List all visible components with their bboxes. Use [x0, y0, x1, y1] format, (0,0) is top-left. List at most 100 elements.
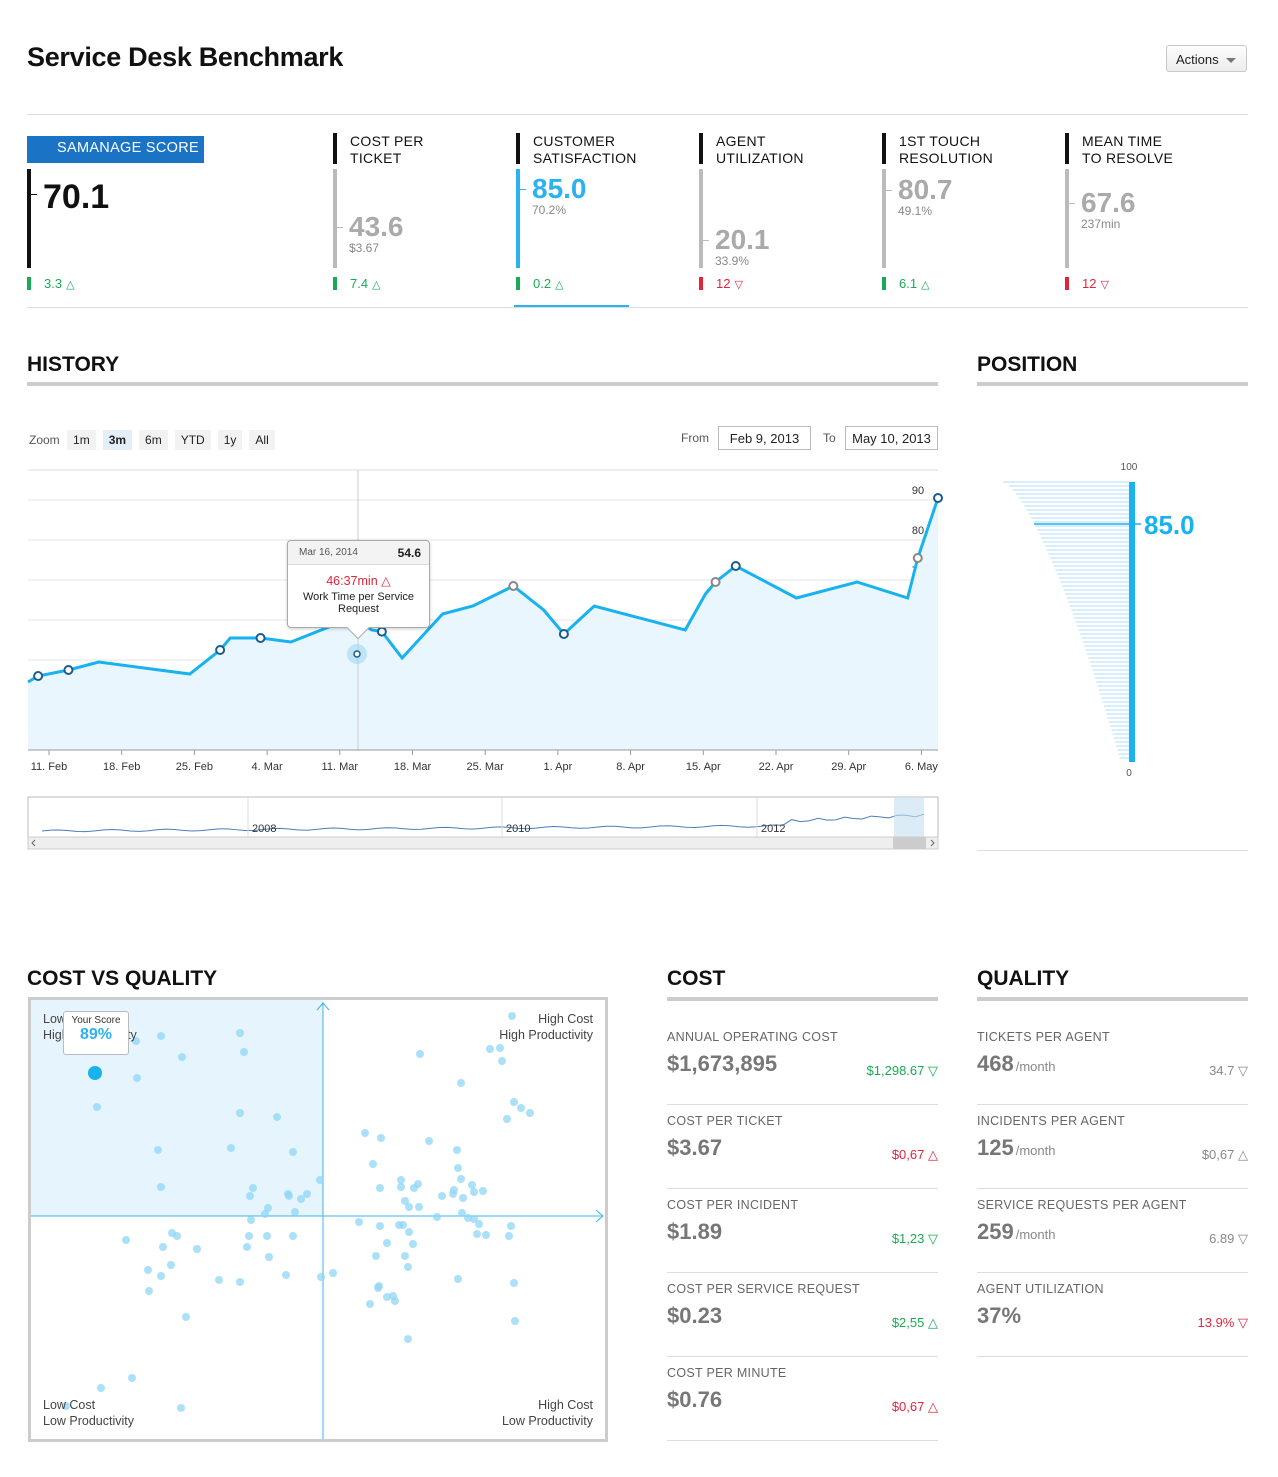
scatter-point — [317, 1273, 325, 1281]
kpi-value: 20.1 — [715, 224, 770, 255]
metric-value: 468 — [977, 1051, 1014, 1076]
metric-value: 125 — [977, 1135, 1014, 1160]
scatter-point — [498, 1057, 506, 1065]
x-tick-label: 18. Feb — [103, 761, 140, 773]
position-max-label: 100 — [1121, 462, 1138, 473]
kpi-4[interactable]: 1ST TOUCH RESOLUTION 80.7 49.1% 6.1 △ — [882, 133, 1052, 293]
quality-title: QUALITY — [977, 967, 1070, 990]
score-label-edge — [27, 136, 31, 163]
kpi-value: 67.6 — [1081, 187, 1136, 219]
kpi-level-tick — [31, 193, 37, 195]
kpi-change: 6.1 △ — [882, 276, 930, 291]
data-point — [255, 633, 266, 643]
cost-row: COST PER TICKET $3.67 $0,67 △ — [667, 1105, 938, 1189]
x-tick-label: 15. Apr — [686, 761, 721, 773]
kpi-2[interactable]: CUSTOMER SATISFACTION 85.0 70.2% 0.2 △ — [516, 133, 686, 293]
data-point — [558, 629, 569, 639]
zoom-1y-button[interactable]: 1y — [217, 430, 243, 450]
scatter-point — [453, 1146, 461, 1154]
scatter-point — [416, 1050, 424, 1058]
kpi-change: 12 ▽ — [1065, 276, 1109, 291]
metric-change: $0,67 — [891, 1399, 925, 1414]
scatter-point — [245, 1232, 253, 1240]
navigator-year-label: 2012 — [761, 823, 785, 835]
scatter-point — [145, 1287, 153, 1295]
metric-unit: /month — [1015, 1059, 1056, 1074]
scatter-point — [449, 1190, 457, 1198]
data-point — [933, 493, 943, 503]
metric-label: COST PER INCIDENT — [667, 1198, 799, 1212]
metric-unit: /month — [1015, 1227, 1056, 1242]
position-chart: 85.0 100 0 — [1003, 462, 1195, 779]
position-min-label: 0 — [1126, 768, 1132, 779]
zoom-all-button[interactable]: All — [249, 430, 275, 450]
scatter-point — [475, 1220, 483, 1228]
kpi-0[interactable]: SAMANAGE SCORE 70.1 3.3 △ — [27, 133, 204, 293]
actions-button[interactable]: Actions — [1166, 45, 1247, 72]
metric-value: $0.23 — [667, 1303, 723, 1328]
scatter-point — [503, 1115, 511, 1123]
divider — [27, 114, 1248, 115]
metric-value: 37% — [977, 1303, 1022, 1328]
metric-unit: /month — [1015, 1143, 1056, 1158]
scatter-point — [249, 1184, 257, 1192]
data-point — [376, 626, 387, 637]
history-chart[interactable]: 3040506070809011. Feb18. Feb25. Feb4. Ma… — [0, 460, 945, 860]
up-triangle-icon: △ — [372, 279, 381, 291]
navigator-window[interactable] — [894, 797, 924, 837]
metric-change: $1,23 — [891, 1231, 925, 1246]
quad-br-line1: High Cost — [538, 1398, 593, 1412]
quality-underline — [977, 997, 1248, 1001]
scatter-point — [459, 1194, 467, 1202]
scatter-point — [391, 1297, 399, 1305]
scatter-point — [486, 1045, 494, 1053]
scatter-point — [157, 1272, 165, 1280]
kpi-level-tick — [703, 240, 709, 241]
position-title: POSITION — [977, 353, 1078, 376]
zoom-ytd-button[interactable]: YTD — [174, 430, 211, 450]
down-triangle-icon: ▽ — [1238, 1231, 1248, 1246]
kpi-level-bar — [699, 169, 703, 268]
metric-value: $1,673,895 — [667, 1051, 778, 1076]
scatter-point — [282, 1271, 290, 1279]
navigator — [27, 796, 939, 838]
kpi-3[interactable]: AGENT UTILIZATION 20.1 33.9% 12 ▽ — [699, 133, 869, 293]
scatter-point — [409, 1240, 417, 1248]
kpi-change-value: 12 — [716, 276, 731, 291]
metric-label: COST PER SERVICE REQUEST — [667, 1282, 860, 1296]
kpi-value: 43.6 — [349, 210, 404, 242]
cost-row: ANNUAL OPERATING COST $1,673,895 $1,298.… — [667, 1021, 938, 1105]
your-score-tooltip: Your Score 89% — [63, 1011, 129, 1055]
scatter-point — [240, 1048, 248, 1056]
x-tick-label: 8. Apr — [616, 761, 645, 773]
zoom-3m-button[interactable]: 3m — [102, 430, 133, 450]
scatter-point — [128, 1374, 136, 1382]
metric-label: TICKETS PER AGENT — [977, 1030, 1110, 1044]
cost-row: COST PER MINUTE $0.76 $0,67 △ — [667, 1357, 938, 1441]
kpi-label: COST PER TICKET — [333, 133, 453, 166]
metric-value: $3.67 — [667, 1135, 723, 1160]
scrollbar-thumb[interactable] — [893, 837, 926, 849]
zoom-6m-button[interactable]: 6m — [139, 430, 168, 450]
kpi-1[interactable]: COST PER TICKET 43.6 $3.67 7.4 △ — [333, 133, 503, 293]
scatter-point — [167, 1261, 175, 1269]
kpi-change: 0.2 △ — [516, 276, 564, 291]
kpi-level-bar — [27, 169, 31, 268]
kpi-sub-value: 33.9% — [715, 254, 750, 268]
down-triangle-icon: ▽ — [1238, 1315, 1248, 1330]
tooltip-value: 54.6 — [397, 546, 421, 560]
kpi-5[interactable]: MEAN TIME TO RESOLVE 67.6 237min 12 ▽ — [1065, 133, 1235, 293]
to-date-input[interactable]: May 10, 2013 — [845, 426, 938, 450]
scatter-point — [473, 1230, 481, 1238]
from-date-input[interactable]: Feb 9, 2013 — [718, 426, 811, 450]
scatter-point — [159, 1243, 167, 1251]
scatter-point — [182, 1313, 190, 1321]
zoom-label: Zoom — [29, 433, 60, 447]
cvq-chart[interactable]: Low Cost High Productivity High Cost Hig… — [28, 997, 608, 1442]
metric-change: 13.9% — [1197, 1315, 1235, 1330]
navigator-scrollbar[interactable] — [27, 836, 939, 850]
scatter-point — [510, 1279, 518, 1287]
chart-tooltip: Mar 16, 2014 54.6 46:37min △ Work Time p… — [287, 540, 430, 640]
scatter-point — [468, 1181, 476, 1189]
zoom-1m-button[interactable]: 1m — [67, 430, 96, 450]
